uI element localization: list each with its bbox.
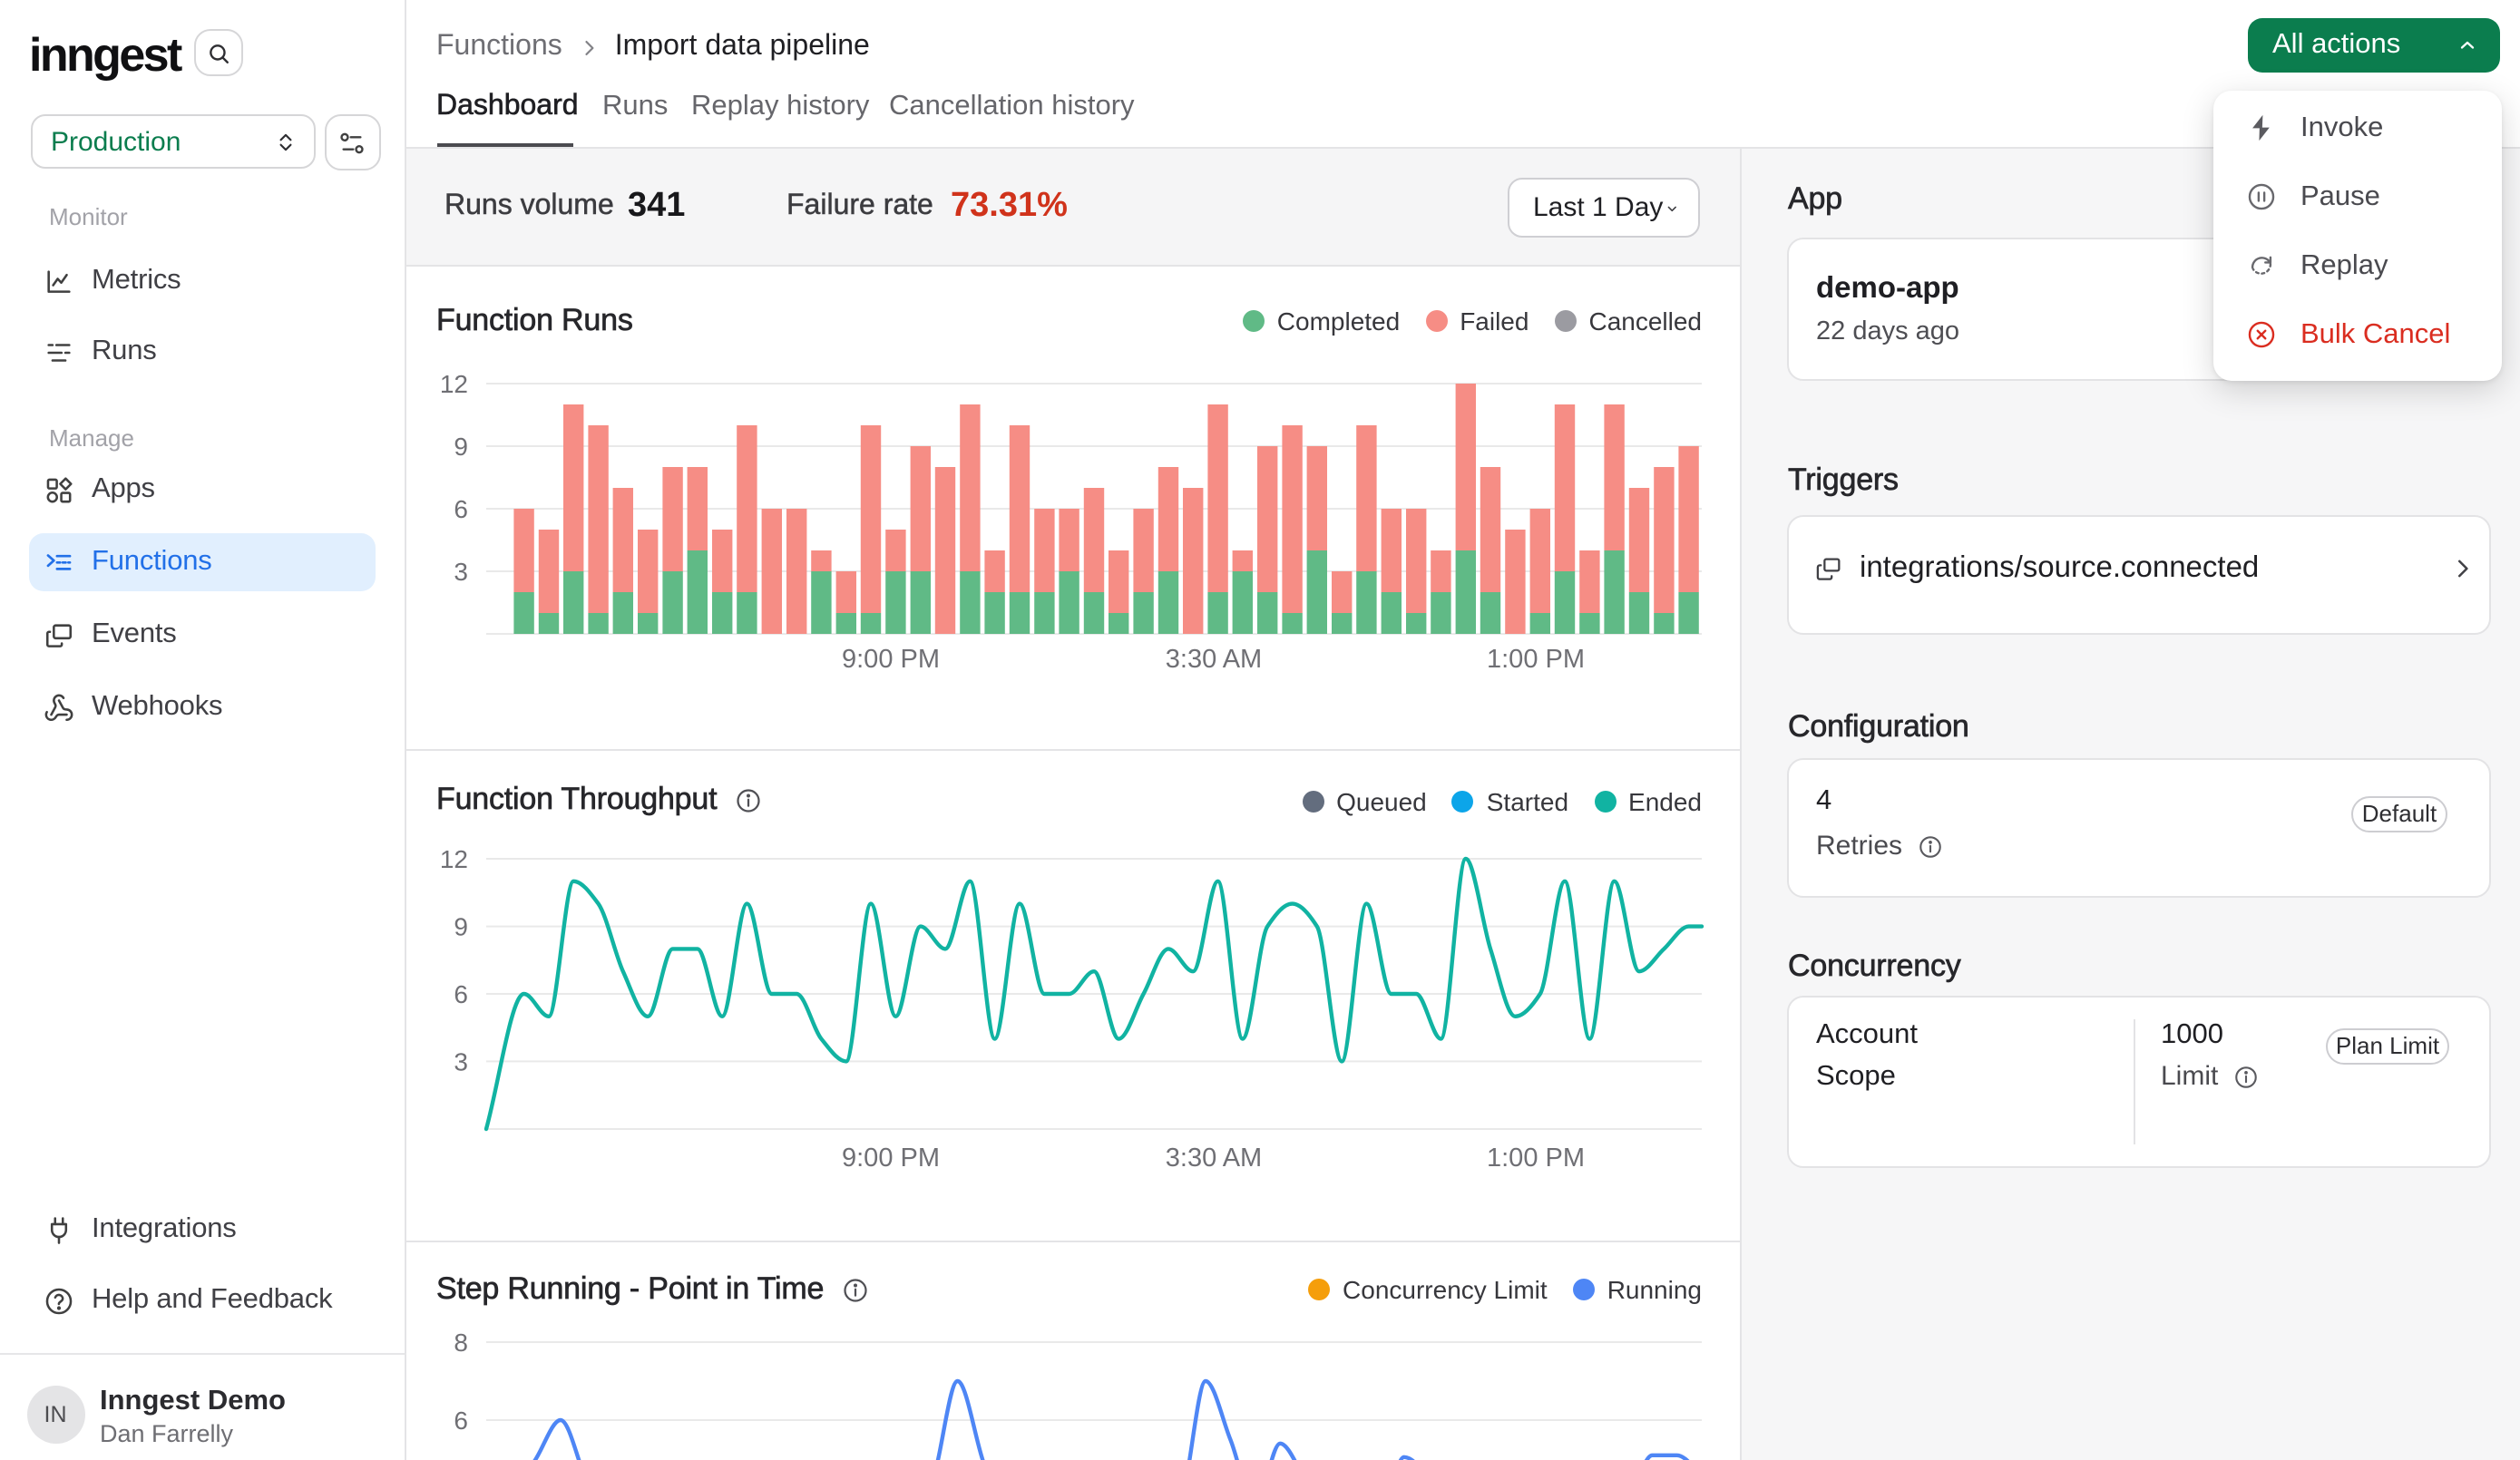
svg-text:3: 3 [454,557,468,585]
svg-text:8: 8 [454,1328,468,1356]
svg-text:12: 12 [440,369,468,397]
svg-text:9:00 PM: 9:00 PM [842,644,940,673]
svg-text:6: 6 [454,1406,468,1434]
svg-text:3: 3 [454,1046,468,1075]
svg-text:6: 6 [454,979,468,1007]
svg-text:3:30 AM: 3:30 AM [1166,644,1262,673]
svg-text:1:00 PM: 1:00 PM [1487,644,1585,673]
svg-text:3:30 AM: 3:30 AM [1166,1143,1262,1172]
svg-text:9: 9 [454,432,468,460]
svg-text:9: 9 [454,912,468,940]
svg-text:6: 6 [454,494,468,522]
svg-text:1:00 PM: 1:00 PM [1487,1143,1585,1172]
svg-text:12: 12 [440,844,468,872]
svg-text:9:00 PM: 9:00 PM [842,1143,940,1172]
